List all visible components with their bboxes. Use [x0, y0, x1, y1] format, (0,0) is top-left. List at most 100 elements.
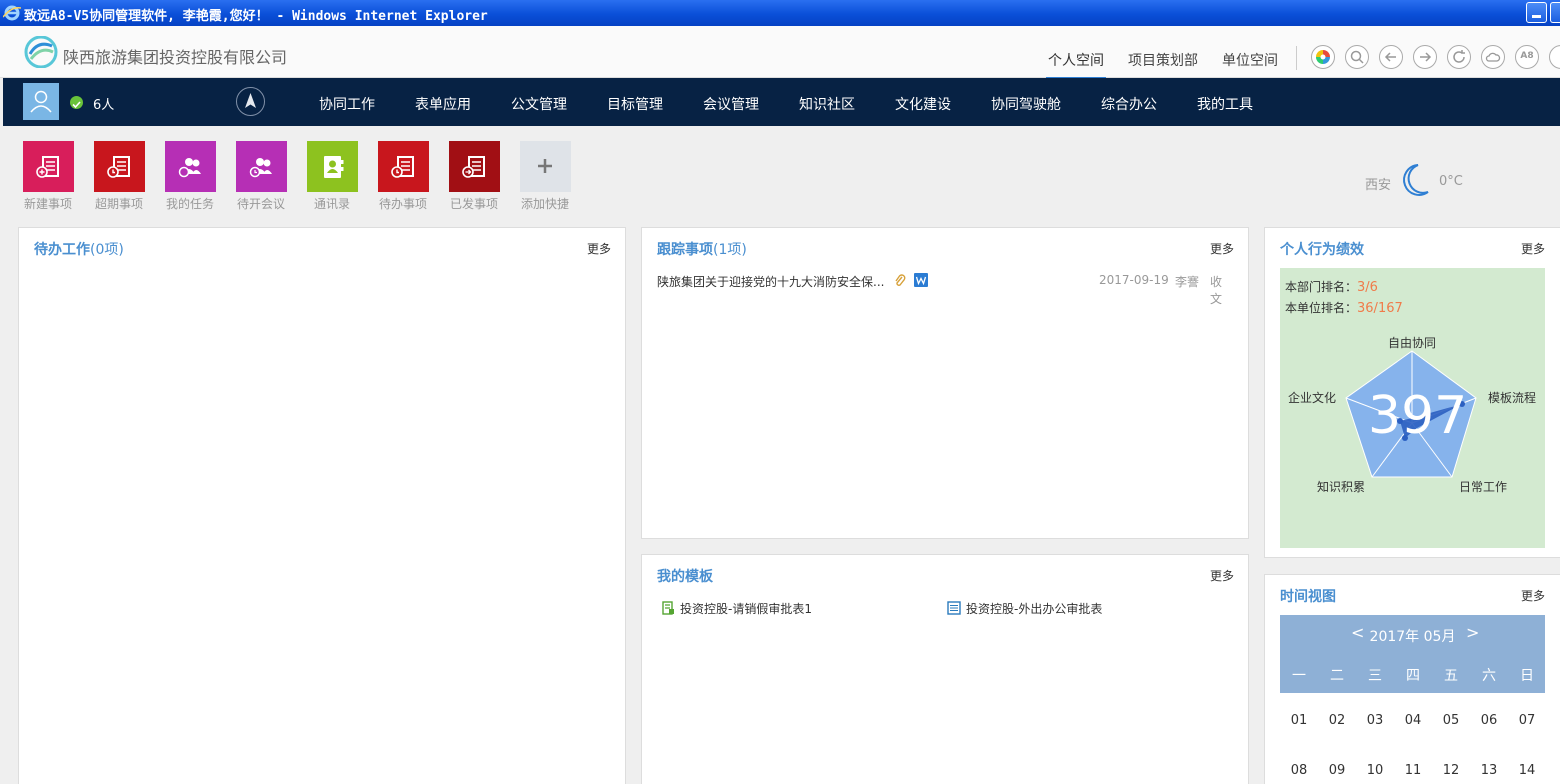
shortcut-label: 超期事项: [94, 197, 143, 211]
calendar-header: < 2017年 05月 > 一 二 三 四 五 六 日: [1280, 615, 1545, 693]
calendar-day[interactable]: 14: [1508, 763, 1546, 778]
moon-icon: [1403, 164, 1429, 196]
shortcut-overdue[interactable]: [94, 141, 145, 192]
panel-title: 个人行为绩效: [1280, 242, 1364, 258]
pending-work-panel: 待办工作(0项) 更多: [18, 227, 626, 784]
navigation-icon[interactable]: [236, 87, 265, 116]
avatar[interactable]: [23, 83, 59, 120]
calendar-day[interactable]: 10: [1356, 763, 1394, 778]
more-link[interactable]: 更多: [587, 240, 611, 257]
shortcut-contacts[interactable]: [307, 141, 358, 192]
nav-goal-management[interactable]: 目标管理: [607, 94, 663, 114]
shortcut-new-item[interactable]: [23, 141, 74, 192]
search-icon[interactable]: [1345, 45, 1369, 69]
calendar-day[interactable]: 01: [1280, 713, 1318, 728]
performance-panel: 个人行为绩效 更多 本部门排名：3/6 本单位排名：36/167 397 自由协…: [1264, 227, 1560, 558]
back-icon[interactable]: [1379, 45, 1403, 69]
calendar-day[interactable]: 09: [1318, 763, 1356, 778]
shortcut-label: 我的任务: [165, 197, 214, 211]
forward-icon[interactable]: [1413, 45, 1437, 69]
more-link[interactable]: 更多: [1210, 240, 1234, 257]
shortcut-my-tasks[interactable]: [165, 141, 216, 192]
task-icon: [178, 158, 201, 178]
cloud-icon[interactable]: [1481, 45, 1505, 69]
nav-form-apps[interactable]: 表单应用: [415, 94, 471, 114]
calendar-day[interactable]: 13: [1470, 763, 1508, 778]
calendar-day[interactable]: 11: [1394, 763, 1432, 778]
header-divider: [1296, 46, 1297, 70]
color-wheel-icon[interactable]: [1311, 45, 1335, 69]
radar-axis-label: 模板流程: [1488, 391, 1537, 405]
nav-document-management[interactable]: 公文管理: [511, 94, 567, 114]
template-item[interactable]: 投资控股-外出办公审批表: [947, 600, 1102, 617]
shortcut-label: 通讯录: [313, 197, 350, 211]
weekday-label: 六: [1482, 668, 1496, 684]
panel-title: 待办工作(0项): [34, 242, 124, 258]
nav-office[interactable]: 综合办公: [1101, 94, 1157, 114]
tab-personal-space[interactable]: 个人空间: [1046, 50, 1106, 80]
nav-my-tools[interactable]: 我的工具: [1197, 94, 1253, 114]
weekday-label: 日: [1520, 668, 1534, 684]
shortcut-add[interactable]: [520, 141, 571, 192]
table-row[interactable]: 陕旅集团关于迎接党的十九大消防安全保... 2017-09-19 李謇 收文: [657, 273, 1232, 306]
more-link[interactable]: 更多: [1521, 587, 1545, 604]
calendar-day[interactable]: 03: [1356, 713, 1394, 728]
calendar-day[interactable]: 08: [1280, 763, 1318, 778]
tracking-panel: 跟踪事项(1项) 更多 陕旅集团关于迎接党的十九大消防安全保... 2017-0…: [641, 227, 1249, 539]
calendar-panel: 时间视图 更多 < 2017年 05月 > 一 二 三 四 五 六 日 01 0…: [1264, 574, 1560, 784]
tab-unit-space[interactable]: 单位空间: [1222, 50, 1278, 70]
next-month-button[interactable]: >: [1466, 623, 1479, 642]
shortcut-upcoming-meetings[interactable]: [236, 141, 287, 192]
attachment-icon: [895, 274, 906, 286]
weekday-label: 三: [1368, 668, 1382, 684]
more-tools-icon[interactable]: [1549, 45, 1560, 69]
panel-title: 我的模板: [657, 569, 713, 585]
calendar-day[interactable]: 12: [1432, 763, 1470, 778]
shortcut-sent[interactable]: [449, 141, 500, 192]
weather-temperature: 0°C: [1439, 174, 1463, 189]
tracking-item-date: 2017-09-19: [1099, 273, 1169, 287]
user-icon: [30, 90, 52, 113]
tracking-item-title[interactable]: 陕旅集团关于迎接党的十九大消防安全保...: [657, 273, 884, 290]
online-status-icon: [70, 96, 83, 109]
panel-title: 跟踪事项(1项): [657, 242, 747, 258]
tab-project-department[interactable]: 项目策划部: [1128, 50, 1198, 70]
radar-axis-label: 自由协同: [1388, 336, 1437, 350]
main-nav: 6人 协同工作 表单应用 公文管理 目标管理 会议管理 知识社区 文化建设 协同…: [3, 78, 1560, 126]
shortcut-label: 添加快捷: [520, 197, 569, 211]
nav-meeting-management[interactable]: 会议管理: [703, 94, 759, 114]
nav-knowledge-community[interactable]: 知识社区: [799, 94, 855, 114]
nav-culture-building[interactable]: 文化建设: [895, 94, 951, 114]
online-count[interactable]: 6人: [93, 94, 114, 113]
more-link[interactable]: 更多: [1521, 240, 1545, 257]
minimize-button[interactable]: [1526, 2, 1547, 23]
a8-icon[interactable]: A8: [1515, 45, 1539, 69]
overdue-icon: [107, 156, 130, 178]
app-header: 陕西旅游集团投资控股有限公司 个人空间 项目策划部 单位空间 A8: [0, 26, 1560, 80]
radar-axis-label: 知识积累: [1317, 480, 1366, 494]
tracking-item-user: 李謇: [1175, 275, 1200, 289]
weekday-label: 二: [1330, 668, 1344, 684]
weekday-label: 四: [1406, 668, 1420, 684]
calendar-day[interactable]: 05: [1432, 713, 1470, 728]
template-item[interactable]: 投资控股-请销假审批表1: [662, 600, 812, 617]
todo-icon: [391, 156, 414, 178]
calendar-day[interactable]: 02: [1318, 713, 1356, 728]
form-template-icon: [947, 601, 961, 615]
shortcut-label: 新建事项: [23, 197, 72, 211]
more-link[interactable]: 更多: [1210, 567, 1234, 584]
nav-collaborative-work[interactable]: 协同工作: [319, 94, 375, 114]
plus-icon: [538, 159, 552, 173]
meeting-icon: [249, 158, 272, 178]
templates-panel: 我的模板 更多 投资控股-请销假审批表1 投资控股-外出办公审批表: [641, 554, 1249, 784]
maximize-button[interactable]: [1550, 2, 1560, 23]
shortcut-todo[interactable]: [378, 141, 429, 192]
nav-cockpit[interactable]: 协同驾驶舱: [991, 94, 1061, 114]
calendar-day[interactable]: 07: [1508, 713, 1546, 728]
calendar-month: 2017年 05月: [1369, 629, 1456, 645]
calendar-day[interactable]: 04: [1394, 713, 1432, 728]
contacts-icon: [324, 156, 344, 178]
panel-title: 时间视图: [1280, 589, 1336, 605]
calendar-day[interactable]: 06: [1470, 713, 1508, 728]
refresh-icon[interactable]: [1447, 45, 1471, 69]
